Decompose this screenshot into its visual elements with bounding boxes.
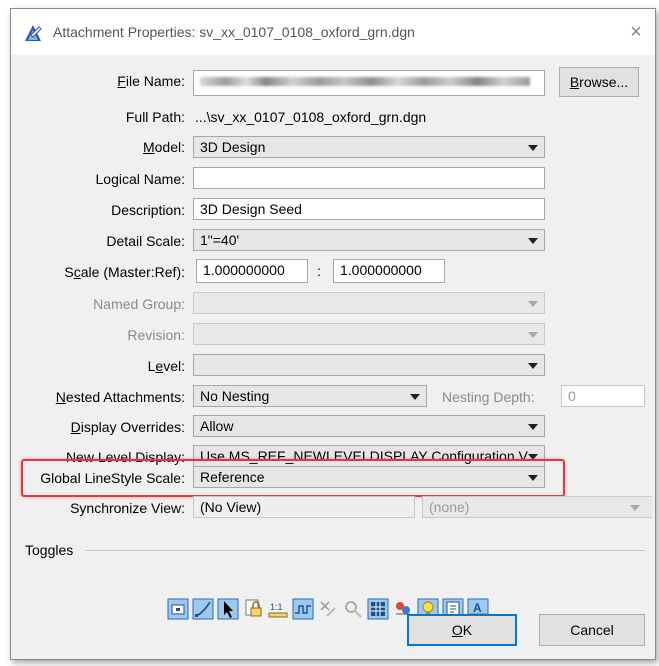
browse-button[interactable]: Browse... [559, 67, 639, 97]
attachment-properties-dialog: Attachment Properties: sv_xx_0107_0108_o… [10, 8, 656, 660]
close-icon[interactable]: × [623, 19, 649, 45]
nested-attachments-dropdown[interactable]: No Nesting [193, 385, 427, 407]
locate-toggle-icon[interactable] [217, 598, 239, 620]
use-lights-toggle-icon[interactable] [367, 598, 389, 620]
global-linestyle-scale-value: Reference [200, 469, 265, 485]
named-group-label: Named Group: [93, 296, 185, 312]
chevron-down-icon [528, 424, 538, 430]
ignore-attachment-toggle-icon[interactable] [317, 598, 339, 620]
scale-master-field[interactable]: 1.000000000 [196, 259, 308, 283]
display-toggle-icon[interactable] [167, 598, 189, 620]
global-linestyle-scale-label: Global LineStyle Scale: [40, 470, 185, 486]
lock-toggle-icon[interactable] [242, 598, 264, 620]
scale-label: Scale (Master:Ref): [64, 264, 185, 280]
model-value: 3D Design [200, 139, 266, 155]
display-overrides-value: Allow [200, 418, 234, 434]
logical-name-label: Logical Name: [95, 171, 185, 187]
description-field[interactable]: 3D Design Seed [193, 198, 545, 220]
synchronize-secondary-value: (none) [429, 499, 470, 515]
snap-toggle-icon[interactable] [192, 598, 214, 620]
named-group-dropdown[interactable] [193, 292, 545, 314]
scale-ref-field[interactable]: 1.000000000 [333, 259, 445, 283]
model-dropdown[interactable]: 3D Design [193, 136, 545, 158]
nesting-depth-label: Nesting Depth: [442, 389, 535, 405]
toggles-label: Toggles [25, 542, 74, 558]
cancel-button[interactable]: Cancel [539, 614, 645, 646]
svg-text:1:1: 1:1 [270, 602, 283, 612]
nested-attachments-label: Nested Attachments: [55, 389, 185, 405]
display-raster-toggle-icon[interactable] [342, 598, 364, 620]
svg-text:A: A [473, 601, 482, 615]
file-name-label: File Name: [117, 73, 185, 89]
chevron-down-icon [528, 475, 538, 481]
model-label: Model: [142, 139, 185, 155]
full-path-label: Full Path: [125, 109, 185, 125]
synchronize-view-label: Synchronize View: [70, 500, 185, 516]
chevron-down-icon [630, 505, 640, 511]
chevron-down-icon [528, 238, 538, 244]
file-name-field[interactable] [193, 70, 545, 96]
detail-scale-dropdown[interactable]: 1"=40' [193, 229, 545, 251]
global-linestyle-scale-dropdown[interactable]: Reference [193, 466, 545, 488]
logical-name-field[interactable] [193, 167, 545, 189]
revision-label: Revision: [127, 327, 185, 343]
chevron-down-icon [528, 363, 538, 369]
nested-attachments-value: No Nesting [200, 388, 270, 404]
title-bar: Attachment Properties: sv_xx_0107_0108_o… [11, 9, 655, 55]
synchronize-view-field[interactable]: (No View) [193, 496, 415, 518]
file-name-redacted [200, 77, 530, 86]
synchronize-secondary-dropdown[interactable]: (none) [422, 496, 652, 518]
display-overrides-dropdown[interactable]: Allow [193, 415, 545, 437]
nesting-depth-field[interactable]: 0 [561, 385, 645, 407]
detail-scale-label: Detail Scale: [106, 233, 185, 249]
scale-separator: : [317, 263, 321, 279]
display-overrides-label: Display Overrides: [70, 419, 185, 435]
true-scale-toggle-icon[interactable]: 1:1 [267, 598, 289, 620]
toggles-separator [85, 550, 645, 551]
full-path-value: ...\sv_xx_0107_0108_oxford_grn.dgn [195, 109, 427, 125]
scale-linestyles-toggle-icon[interactable] [292, 598, 314, 620]
level-dropdown[interactable] [193, 354, 545, 376]
dialog-title: Attachment Properties: sv_xx_0107_0108_o… [53, 24, 415, 40]
description-label: Description: [111, 202, 185, 218]
chevron-down-icon [528, 145, 538, 151]
chevron-down-icon [410, 394, 420, 400]
chevron-down-icon [528, 301, 538, 307]
ok-button[interactable]: OK [407, 614, 517, 646]
microstation-app-icon [23, 23, 43, 43]
revision-dropdown[interactable] [193, 323, 545, 345]
chevron-down-icon [528, 332, 538, 338]
level-label: Level: [147, 358, 185, 374]
detail-scale-value: 1"=40' [200, 232, 240, 248]
